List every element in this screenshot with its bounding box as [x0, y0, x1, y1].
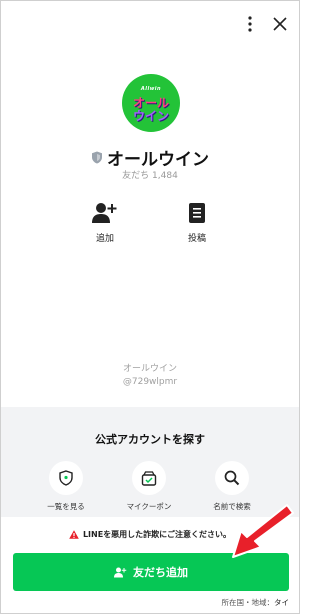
- top-bar: [1, 1, 299, 49]
- add-person-icon: [92, 203, 117, 223]
- my-coupons-button[interactable]: マイクーポン: [109, 461, 189, 512]
- shield-list-icon: [59, 470, 73, 486]
- logo-caption: Allwin: [140, 86, 162, 92]
- shield-badge-icon: [92, 151, 102, 164]
- fraud-warning-text: LINEを悪用した詐欺にご注意ください。: [82, 530, 232, 539]
- warning-triangle-icon: [69, 530, 79, 539]
- official-accounts-title: 公式アカウントを探す: [95, 433, 205, 446]
- add-person-icon: [114, 567, 127, 577]
- account-id: @729wlpmr: [122, 377, 178, 387]
- add-friend-label: 友だち追加: [133, 566, 188, 579]
- add-action-label: 追加: [95, 234, 114, 244]
- posts-action-label: 投稿: [187, 234, 206, 244]
- region-value: タイ: [274, 598, 289, 607]
- account-name-footer: オールウイン: [122, 364, 177, 374]
- account-avatar[interactable]: Allwin オール ウイン: [122, 74, 180, 132]
- region-info: 所在国・地域：タイ: [222, 597, 290, 608]
- post-document-icon: [189, 203, 205, 223]
- add-action-button[interactable]: 追加: [75, 201, 135, 244]
- coupon-icon: [141, 470, 157, 486]
- account-name-row: オールウイン: [1, 145, 299, 170]
- more-options-button[interactable]: [237, 11, 263, 37]
- profile-screen: Allwin オール ウイン オールウイン 友だち 1,484 追加 投稿 オー…: [0, 0, 300, 614]
- friend-count: 友だち 1,484: [122, 171, 178, 181]
- browse-list-button[interactable]: 一覧を見る: [26, 461, 106, 512]
- search-icon: [224, 470, 240, 486]
- account-name: オールウイン: [107, 150, 209, 170]
- red-arrow-annotation: [232, 504, 294, 558]
- posts-action-button[interactable]: 投稿: [167, 201, 227, 244]
- my-coupons-label: マイクーポン: [126, 502, 172, 511]
- close-icon: [273, 17, 287, 31]
- account-logo: Allwin オール ウイン: [133, 83, 169, 123]
- kebab-vertical-icon: [248, 16, 252, 32]
- close-button[interactable]: [267, 11, 293, 37]
- logo-line-2: ウイン: [132, 109, 169, 123]
- browse-list-label: 一覧を見る: [47, 502, 85, 511]
- region-label: 所在国・地域：: [221, 598, 275, 607]
